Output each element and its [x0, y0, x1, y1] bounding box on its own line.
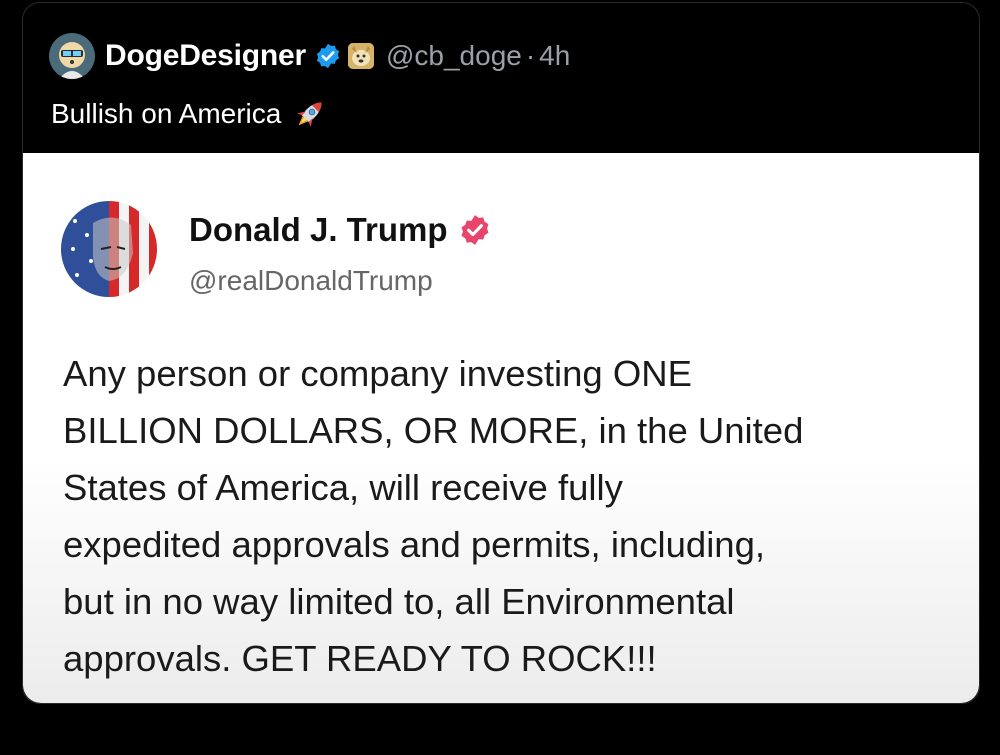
post-header: DogeDesigner @cb_doge · 4h — [49, 33, 570, 79]
timestamp[interactable]: 4h — [539, 40, 570, 72]
quoted-post[interactable]: Donald J. Trump @realDonaldTrump Any per… — [23, 153, 979, 703]
rocket-icon — [297, 102, 322, 127]
quoted-handle[interactable]: @realDonaldTrump — [189, 265, 433, 297]
verified-badge-icon — [461, 215, 488, 245]
avatar[interactable] — [49, 33, 95, 79]
quoted-avatar[interactable] — [61, 201, 157, 297]
post-text-content: Bullish on America — [51, 98, 282, 129]
affiliation-badge-icon — [347, 43, 374, 69]
verified-badge-icon — [316, 43, 340, 69]
post-text: Bullish on America — [51, 95, 329, 133]
author-name[interactable]: DogeDesigner — [105, 39, 306, 73]
quoted-author: Donald J. Trump — [189, 211, 492, 249]
post-card[interactable]: DogeDesigner @cb_doge · 4h Bullish on Am… — [22, 2, 980, 704]
quoted-post-body: Any person or company investing ONE BILL… — [63, 353, 804, 679]
handle[interactable]: @cb_doge — [386, 40, 522, 72]
quoted-author-name[interactable]: Donald J. Trump — [189, 211, 448, 249]
separator-dot: · — [525, 40, 536, 71]
